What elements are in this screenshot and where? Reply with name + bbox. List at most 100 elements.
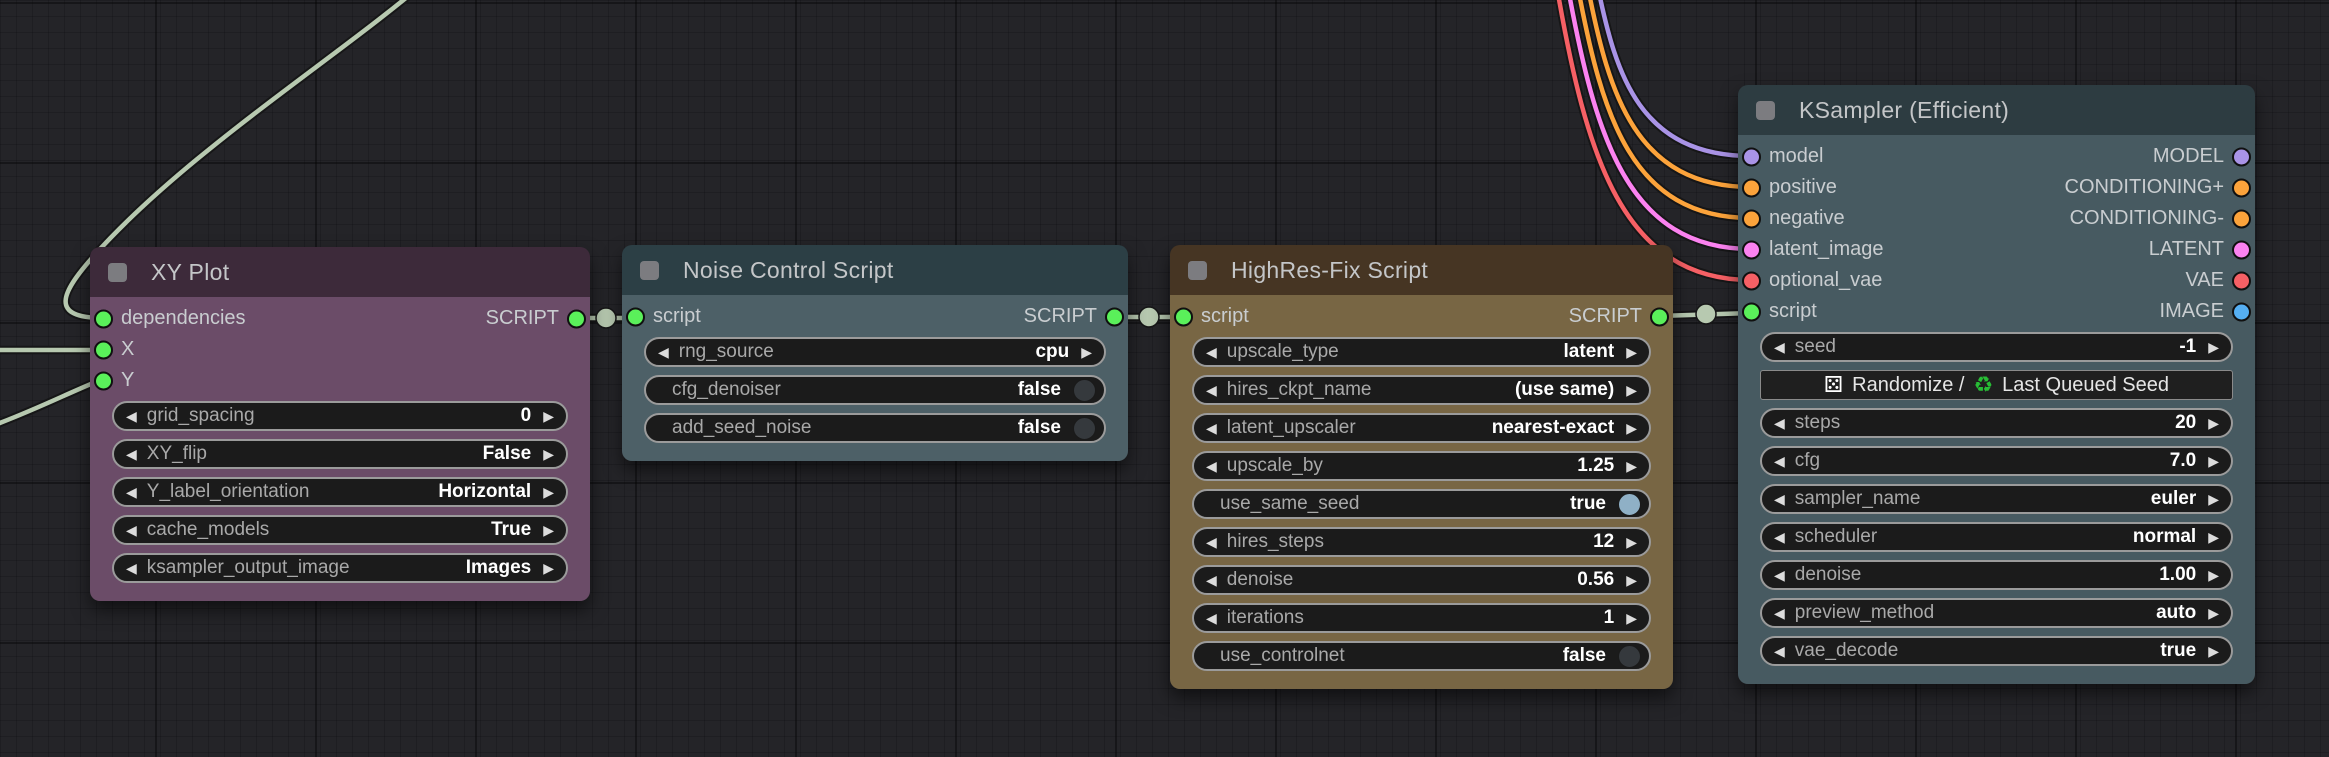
output-port-conditioning-plus[interactable] — [2232, 178, 2251, 197]
widget-denoise[interactable]: ◀ denoise 1.00 ▶ — [1760, 560, 2233, 590]
decrement-arrow-icon[interactable]: ◀ — [1774, 606, 1785, 620]
node-ksampler-efficient[interactable]: KSampler (Efficient) model MODEL positiv… — [1738, 85, 2255, 684]
widget-rng-source[interactable]: ◀ rng_source cpu ▶ — [644, 337, 1106, 367]
collapse-toggle-icon[interactable] — [108, 262, 127, 282]
widget-cache-models[interactable]: ◀ cache_models True ▶ — [112, 515, 568, 545]
node-xy-plot[interactable]: XY Plot dependencies SCRIPT X Y ◀ grid_s… — [90, 247, 590, 601]
input-port-positive[interactable] — [1742, 178, 1761, 197]
decrement-arrow-icon[interactable]: ◀ — [1206, 383, 1217, 397]
input-port-script[interactable] — [1174, 307, 1193, 326]
widget-vae-decode[interactable]: ◀ vae_decode true ▶ — [1760, 636, 2233, 666]
widget-cfg[interactable]: ◀ cfg 7.0 ▶ — [1760, 446, 2233, 476]
widget-upscale-by[interactable]: ◀ upscale_by 1.25 ▶ — [1192, 451, 1651, 481]
widget-latent-upscaler[interactable]: ◀ latent_upscaler nearest-exact ▶ — [1192, 413, 1651, 443]
node-noise-control-script[interactable]: Noise Control Script script SCRIPT ◀ rng… — [622, 245, 1128, 461]
increment-arrow-icon[interactable]: ▶ — [2208, 568, 2219, 582]
input-port-script[interactable] — [1742, 302, 1761, 321]
widget-preview-method[interactable]: ◀ preview_method auto ▶ — [1760, 598, 2233, 628]
widget-seed[interactable]: ◀ seed -1 ▶ — [1760, 332, 2233, 362]
increment-arrow-icon[interactable]: ▶ — [1626, 383, 1637, 397]
increment-arrow-icon[interactable]: ▶ — [2208, 644, 2219, 658]
seed-control-button[interactable]: ⚄ Randomize / ♻ Last Queued Seed — [1760, 370, 2233, 400]
increment-arrow-icon[interactable]: ▶ — [1626, 421, 1637, 435]
decrement-arrow-icon[interactable]: ◀ — [126, 523, 137, 537]
widget-iterations[interactable]: ◀ iterations 1 ▶ — [1192, 603, 1651, 633]
decrement-arrow-icon[interactable]: ◀ — [1774, 416, 1785, 430]
decrement-arrow-icon[interactable]: ◀ — [1774, 530, 1785, 544]
increment-arrow-icon[interactable]: ▶ — [2208, 416, 2219, 430]
widget-use-same-seed[interactable]: use_same_seed true — [1192, 489, 1651, 519]
decrement-arrow-icon[interactable]: ◀ — [1774, 568, 1785, 582]
widget-scheduler[interactable]: ◀ scheduler normal ▶ — [1760, 522, 2233, 552]
input-port-negative[interactable] — [1742, 209, 1761, 228]
widget-hires-ckpt-name[interactable]: ◀ hires_ckpt_name (use same) ▶ — [1192, 375, 1651, 405]
increment-arrow-icon[interactable]: ▶ — [2208, 340, 2219, 354]
widget-use-controlnet[interactable]: use_controlnet false — [1192, 641, 1651, 671]
link-midpoint-dot[interactable] — [1695, 303, 1717, 325]
increment-arrow-icon[interactable]: ▶ — [1626, 535, 1637, 549]
link-midpoint-dot[interactable] — [595, 307, 617, 329]
decrement-arrow-icon[interactable]: ◀ — [1774, 492, 1785, 506]
decrement-arrow-icon[interactable]: ◀ — [1774, 454, 1785, 468]
toggle-indicator[interactable] — [1073, 416, 1096, 440]
widget-add-seed-noise[interactable]: add_seed_noise false — [644, 413, 1106, 443]
increment-arrow-icon[interactable]: ▶ — [2208, 454, 2219, 468]
output-port-latent[interactable] — [2232, 240, 2251, 259]
input-port-y[interactable] — [94, 371, 113, 390]
widget-steps[interactable]: ◀ steps 20 ▶ — [1760, 408, 2233, 438]
widget-grid-spacing[interactable]: ◀ grid_spacing 0 ▶ — [112, 401, 568, 431]
decrement-arrow-icon[interactable]: ◀ — [126, 561, 137, 575]
increment-arrow-icon[interactable]: ▶ — [1626, 345, 1637, 359]
input-port-dependencies[interactable] — [94, 309, 113, 328]
decrement-arrow-icon[interactable]: ◀ — [1206, 573, 1217, 587]
decrement-arrow-icon[interactable]: ◀ — [126, 485, 137, 499]
collapse-toggle-icon[interactable] — [1756, 100, 1775, 120]
widget-xy-flip[interactable]: ◀ XY_flip False ▶ — [112, 439, 568, 469]
collapse-toggle-icon[interactable] — [640, 260, 659, 280]
output-port-image[interactable] — [2232, 302, 2251, 321]
input-port-latent-image[interactable] — [1742, 240, 1761, 259]
decrement-arrow-icon[interactable]: ◀ — [126, 447, 137, 461]
increment-arrow-icon[interactable]: ▶ — [1081, 345, 1092, 359]
increment-arrow-icon[interactable]: ▶ — [2208, 492, 2219, 506]
toggle-indicator[interactable] — [1618, 492, 1641, 516]
increment-arrow-icon[interactable]: ▶ — [2208, 606, 2219, 620]
collapse-toggle-icon[interactable] — [1188, 260, 1207, 280]
decrement-arrow-icon[interactable]: ◀ — [1774, 644, 1785, 658]
node-header[interactable]: HighRes-Fix Script — [1170, 245, 1673, 295]
input-port-optional-vae[interactable] — [1742, 271, 1761, 290]
decrement-arrow-icon[interactable]: ◀ — [1206, 345, 1217, 359]
decrement-arrow-icon[interactable]: ◀ — [1206, 611, 1217, 625]
decrement-arrow-icon[interactable]: ◀ — [658, 345, 669, 359]
widget-sampler-name[interactable]: ◀ sampler_name euler ▶ — [1760, 484, 2233, 514]
widget-denoise[interactable]: ◀ denoise 0.56 ▶ — [1192, 565, 1651, 595]
decrement-arrow-icon[interactable]: ◀ — [1206, 421, 1217, 435]
increment-arrow-icon[interactable]: ▶ — [2208, 530, 2219, 544]
node-header[interactable]: XY Plot — [90, 247, 590, 297]
input-port-script[interactable] — [626, 307, 645, 326]
widget-upscale-type[interactable]: ◀ upscale_type latent ▶ — [1192, 337, 1651, 367]
decrement-arrow-icon[interactable]: ◀ — [126, 409, 137, 423]
decrement-arrow-icon[interactable]: ◀ — [1206, 459, 1217, 473]
increment-arrow-icon[interactable]: ▶ — [1626, 573, 1637, 587]
output-port-script[interactable] — [1650, 307, 1669, 326]
toggle-indicator[interactable] — [1073, 378, 1096, 402]
input-port-x[interactable] — [94, 340, 113, 359]
widget-y-label-orientation[interactable]: ◀ Y_label_orientation Horizontal ▶ — [112, 477, 568, 507]
widget-ksampler-output-image[interactable]: ◀ ksampler_output_image Images ▶ — [112, 553, 568, 583]
increment-arrow-icon[interactable]: ▶ — [1626, 611, 1637, 625]
increment-arrow-icon[interactable]: ▶ — [543, 485, 554, 499]
increment-arrow-icon[interactable]: ▶ — [543, 409, 554, 423]
node-highres-fix-script[interactable]: HighRes-Fix Script script SCRIPT ◀ upsca… — [1170, 245, 1673, 689]
increment-arrow-icon[interactable]: ▶ — [543, 561, 554, 575]
output-port-model[interactable] — [2232, 147, 2251, 166]
input-port-model[interactable] — [1742, 147, 1761, 166]
increment-arrow-icon[interactable]: ▶ — [543, 523, 554, 537]
node-header[interactable]: KSampler (Efficient) — [1738, 85, 2255, 135]
output-port-conditioning-minus[interactable] — [2232, 209, 2251, 228]
decrement-arrow-icon[interactable]: ◀ — [1774, 340, 1785, 354]
output-port-script[interactable] — [1105, 307, 1124, 326]
increment-arrow-icon[interactable]: ▶ — [1626, 459, 1637, 473]
link-midpoint-dot[interactable] — [1138, 306, 1160, 328]
output-port-script[interactable] — [567, 309, 586, 328]
